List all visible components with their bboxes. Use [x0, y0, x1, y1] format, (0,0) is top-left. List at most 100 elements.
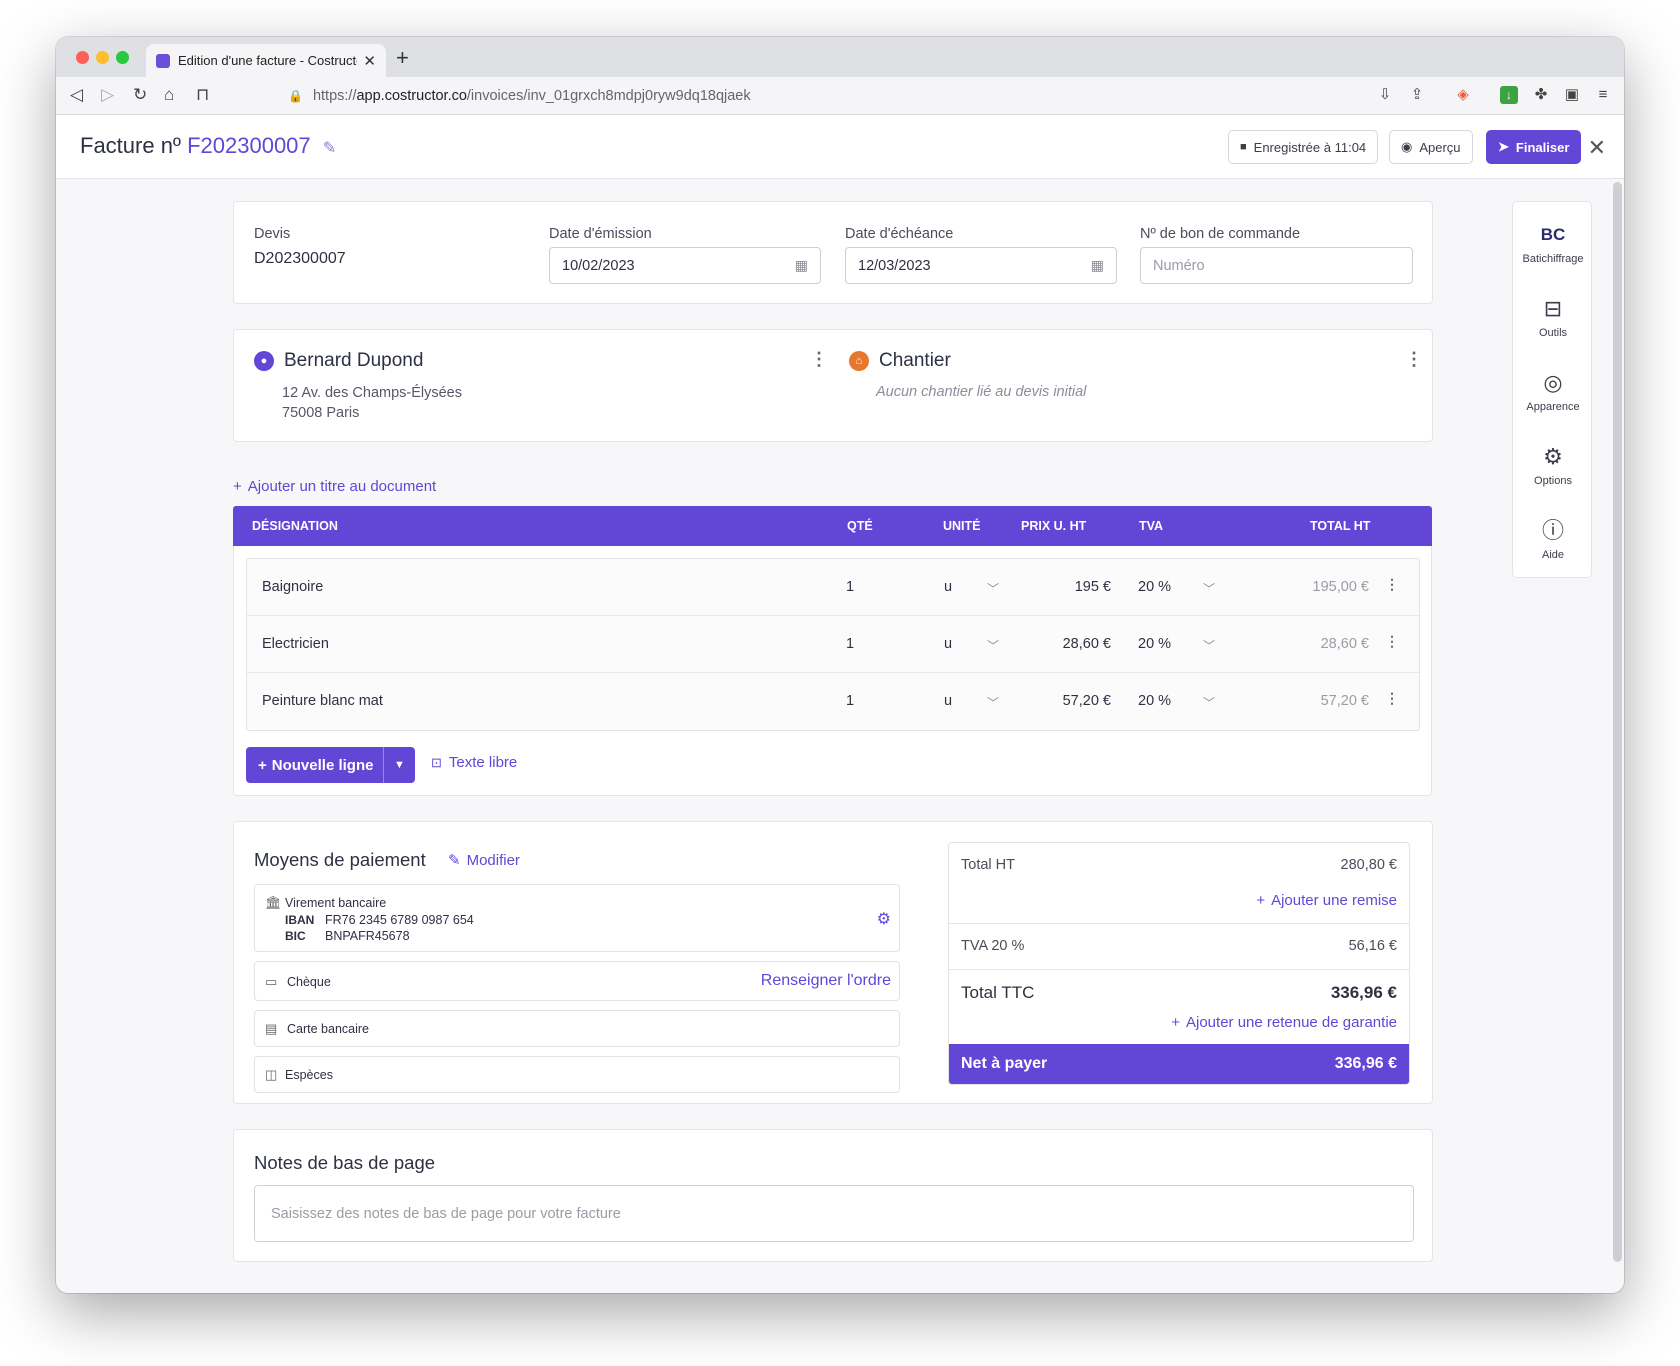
share-icon[interactable]: ⇪ — [1408, 86, 1426, 104]
calendar-icon[interactable]: ▦ — [795, 257, 808, 274]
invoice-number[interactable]: F202300007 — [187, 133, 311, 158]
row-vat[interactable]: 20 % — [1138, 693, 1171, 709]
minimize-window-button[interactable] — [96, 51, 109, 64]
url-scheme: https:// — [312, 88, 357, 104]
settings-gear-icon[interactable]: ⚙ — [877, 909, 891, 929]
rail-item-aide[interactable]: ⓘ Aide — [1513, 518, 1593, 561]
add-title-link[interactable]: + Ajouter un titre au document — [233, 478, 436, 495]
sidebar-icon[interactable]: ▣ — [1563, 86, 1581, 104]
send-icon: ➤ — [1498, 139, 1509, 154]
row-vat[interactable]: 20 % — [1138, 636, 1171, 652]
reload-icon[interactable]: ↻ — [133, 85, 147, 105]
table-row[interactable]: Electricien 1 u ﹀ 28,60 € 20 % ﹀ 28,60 €… — [247, 616, 1419, 673]
row-price[interactable]: 28,60 € — [1063, 636, 1111, 652]
table-row[interactable]: Peinture blanc mat 1 u ﹀ 57,20 € 20 % ﹀ … — [247, 673, 1419, 730]
site-name[interactable]: ⌂ Chantier — [849, 350, 951, 372]
row-designation[interactable]: Baignoire — [262, 579, 323, 595]
row-menu-icon[interactable]: ⋮ — [1385, 691, 1399, 705]
rail-item-outils[interactable]: ⊟ Outils — [1513, 296, 1593, 339]
row-unit[interactable]: u — [944, 636, 952, 652]
row-designation[interactable]: Electricien — [262, 636, 329, 652]
po-placeholder: Numéro — [1153, 257, 1205, 274]
extension-download-icon[interactable]: ↓ — [1500, 86, 1518, 104]
edit-pencil-icon[interactable]: ✎ — [323, 140, 336, 157]
payment-method-card[interactable]: ▤ Carte bancaire — [254, 1010, 900, 1047]
divider — [949, 923, 1409, 924]
brave-shield-icon[interactable]: ◈ — [1454, 86, 1472, 104]
preview-button[interactable]: ◉ Aperçu — [1389, 130, 1473, 164]
puzzle-icon[interactable]: ✤ — [1532, 86, 1550, 104]
client-menu-icon[interactable]: ⋮ — [810, 350, 828, 368]
edit-payment-label: Modifier — [466, 852, 520, 869]
row-menu-icon[interactable]: ⋮ — [1385, 634, 1399, 648]
totals-box: Total HT 280,80 € + Ajouter une remise TV… — [948, 842, 1410, 1085]
row-qty[interactable]: 1 — [846, 693, 854, 709]
po-number-field[interactable]: Numéro — [1140, 247, 1413, 284]
close-window-button[interactable] — [76, 51, 89, 64]
home-icon[interactable]: ⌂ — [164, 85, 174, 105]
bank-icon: 🏛 — [265, 895, 282, 910]
close-tab-icon[interactable]: ✕ — [363, 52, 376, 70]
back-icon[interactable]: ◁ — [70, 85, 83, 105]
vat-chevron-down-icon[interactable]: ﹀ — [1203, 694, 1215, 711]
finalize-button[interactable]: ➤ Finaliser — [1486, 130, 1582, 164]
notes-placeholder: Saisissez des notes de bas de page pour … — [271, 1205, 621, 1222]
due-date-field[interactable]: 12/03/2023 ▦ — [845, 247, 1117, 284]
plus-icon: + — [233, 478, 242, 495]
vat-chevron-down-icon[interactable]: ﹀ — [1203, 637, 1215, 654]
unit-chevron-down-icon[interactable]: ﹀ — [987, 694, 999, 711]
forward-icon[interactable]: ▷ — [101, 85, 114, 105]
saved-status-button[interactable]: ■ Enregistrée à 11:04 — [1228, 130, 1379, 164]
rail-label: Outils — [1538, 327, 1568, 339]
vat-label: TVA 20 % — [961, 938, 1025, 954]
new-tab-button[interactable]: + — [396, 45, 409, 71]
calendar-icon[interactable]: ▦ — [1091, 257, 1104, 274]
payment-method-cheque[interactable]: ▭ Chèque Renseigner l'ordre — [254, 961, 900, 1001]
cheque-action[interactable]: Renseigner l'ordre — [761, 972, 891, 990]
row-price[interactable]: 195 € — [1075, 579, 1111, 595]
close-editor-icon[interactable]: ✕ — [1588, 135, 1606, 161]
vat-chevron-down-icon[interactable]: ﹀ — [1203, 580, 1215, 597]
rail-item-options[interactable]: ⚙ Options — [1513, 444, 1593, 487]
vat-row: TVA 20 % 56,16 € — [961, 938, 1397, 954]
notes-textarea[interactable]: Saisissez des notes de bas de page pour … — [254, 1185, 1414, 1242]
row-designation[interactable]: Peinture blanc mat — [262, 693, 383, 709]
site-menu-icon[interactable]: ⋮ — [1405, 350, 1423, 368]
maximize-window-button[interactable] — [116, 51, 129, 64]
unit-chevron-down-icon[interactable]: ﹀ — [987, 580, 999, 597]
row-qty[interactable]: 1 — [846, 636, 854, 652]
row-unit[interactable]: u — [944, 579, 952, 595]
table-row[interactable]: Baignoire 1 u ﹀ 195 € 20 % ﹀ 195,00 € ⋮ — [247, 559, 1419, 616]
row-menu-icon[interactable]: ⋮ — [1385, 577, 1399, 591]
add-retention-label: Ajouter une retenue de garantie — [1186, 1014, 1397, 1031]
new-line-dropdown-icon[interactable]: ▼ — [383, 747, 415, 783]
browser-tab[interactable]: Edition d'une facture - Costructor ✕ — [146, 44, 386, 77]
edit-payment-link[interactable]: ✎ Modifier — [448, 851, 520, 869]
row-total: 57,20 € — [1320, 693, 1369, 709]
add-discount-link[interactable]: + Ajouter une remise — [1256, 892, 1397, 909]
menu-icon[interactable]: ≡ — [1594, 86, 1612, 104]
add-retention-link[interactable]: + Ajouter une retenue de garantie — [1171, 1014, 1397, 1031]
scrollbar[interactable] — [1613, 182, 1622, 1262]
unit-chevron-down-icon[interactable]: ﹀ — [987, 637, 999, 654]
row-unit[interactable]: u — [944, 693, 952, 709]
tools-rail: BC Batichiffrage ⊟ Outils ◎ Apparence ⚙ … — [1512, 201, 1592, 578]
row-vat[interactable]: 20 % — [1138, 579, 1171, 595]
tab-title: Edition d'une facture - Costructor — [178, 53, 358, 68]
payment-method-transfer[interactable]: 🏛 Virement bancaire IBAN FR76 2345 6789 … — [254, 884, 900, 952]
po-label: Nº de bon de commande — [1140, 226, 1301, 242]
new-line-main[interactable]: + Nouvelle ligne — [246, 757, 383, 774]
bookmark-icon[interactable]: ⊓ — [196, 85, 209, 105]
issue-date-field[interactable]: 10/02/2023 ▦ — [549, 247, 821, 284]
client-name[interactable]: ● Bernard Dupond — [254, 350, 423, 372]
free-text-link[interactable]: ⊡ Texte libre — [431, 754, 517, 771]
rail-item-batichiffrage[interactable]: BC Batichiffrage — [1513, 222, 1593, 265]
rail-item-apparence[interactable]: ◎ Apparence — [1513, 370, 1593, 413]
payment-method-cash[interactable]: ◫ Espèces — [254, 1056, 900, 1093]
row-price[interactable]: 57,20 € — [1063, 693, 1111, 709]
new-line-button[interactable]: + Nouvelle ligne ▼ — [246, 747, 415, 783]
install-icon[interactable]: ⇩ — [1376, 86, 1394, 104]
row-qty[interactable]: 1 — [846, 579, 854, 595]
add-discount-label: Ajouter une remise — [1271, 892, 1397, 909]
plus-icon: + — [258, 756, 267, 774]
